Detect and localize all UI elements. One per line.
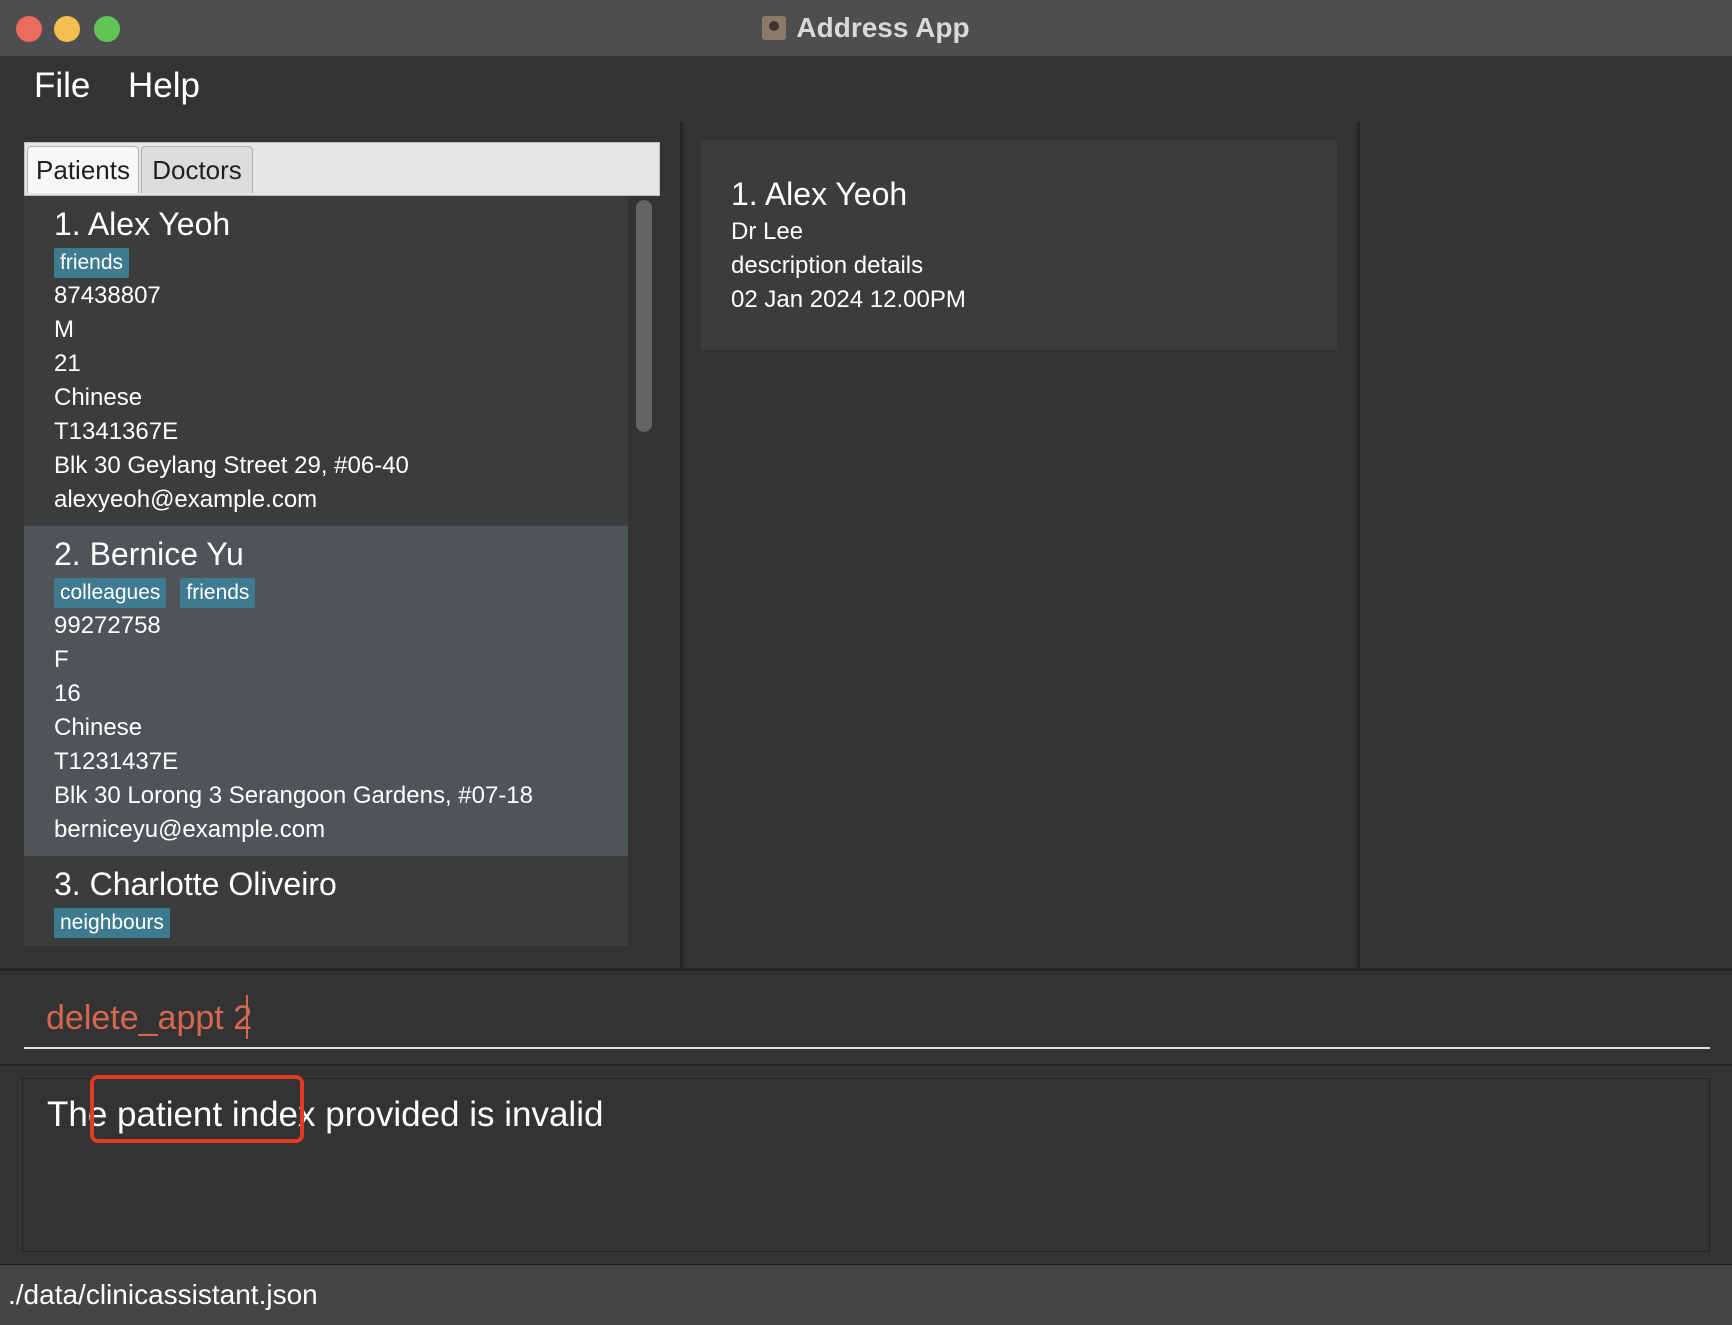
- appointment-description: description details: [731, 252, 924, 279]
- patient-list-panel: Patients Doctors 1. Alex Yeoh friends 87…: [0, 122, 683, 968]
- right-panel: [1360, 122, 1732, 968]
- appointment-card[interactable]: 1. Alex Yeoh Dr Lee description details …: [701, 140, 1337, 350]
- patient-nric: T1341367E: [54, 418, 179, 445]
- patient-phone: 87438807: [54, 282, 161, 309]
- patient-card[interactable]: 3. Charlotte Oliveiro neighbours: [24, 856, 628, 946]
- patient-list[interactable]: 1. Alex Yeoh friends 87438807 M 21 Chine…: [24, 196, 628, 946]
- window-title-area: Address App: [0, 0, 1732, 56]
- patient-email: alexyeoh@example.com: [54, 486, 318, 513]
- tag-badge: colleagues: [54, 578, 167, 608]
- tag-badge: friends: [54, 248, 130, 278]
- patient-address: Blk 30 Geylang Street 29, #06-40: [54, 452, 409, 479]
- text-caret: [246, 995, 248, 1039]
- command-area: [0, 968, 1732, 1067]
- patient-name: 1. Alex Yeoh: [54, 206, 231, 242]
- title-bar: Address App: [0, 0, 1732, 57]
- patient-age: 16: [54, 680, 81, 707]
- patient-race: Chinese: [54, 384, 143, 411]
- patient-gender: M: [54, 316, 74, 343]
- menu-help[interactable]: Help: [128, 66, 200, 106]
- appointment-doctor: Dr Lee: [731, 218, 804, 245]
- patient-email: berniceyu@example.com: [54, 816, 326, 843]
- menu-file[interactable]: File: [34, 66, 90, 106]
- patient-card[interactable]: 1. Alex Yeoh friends 87438807 M 21 Chine…: [24, 196, 628, 526]
- patient-tags: friends: [54, 248, 130, 278]
- patient-name: 3. Charlotte Oliveiro: [54, 866, 337, 902]
- menu-bar: File Help: [0, 56, 1732, 124]
- appointment-panel: 1. Alex Yeoh Dr Lee description details …: [683, 122, 1360, 968]
- patient-address: Blk 30 Lorong 3 Serangoon Gardens, #07-1…: [54, 782, 534, 809]
- tag-badge: friends: [180, 578, 256, 608]
- patient-phone: 99272758: [54, 612, 161, 639]
- window-title: Address App: [796, 12, 970, 43]
- patient-tags: neighbours: [54, 908, 170, 938]
- tag-badge: neighbours: [54, 908, 170, 938]
- tab-patients[interactable]: Patients: [27, 146, 139, 193]
- patient-name: 2. Bernice Yu: [54, 536, 244, 572]
- patient-race: Chinese: [54, 714, 143, 741]
- scrollbar-thumb[interactable]: [636, 200, 652, 432]
- patient-age: 21: [54, 350, 81, 377]
- patient-tags: colleagues friends: [54, 578, 256, 608]
- tab-bar: Patients Doctors: [24, 142, 660, 196]
- command-input[interactable]: [24, 989, 1710, 1049]
- appointment-datetime: 02 Jan 2024 12.00PM: [731, 286, 966, 313]
- appointment-patient-name: 1. Alex Yeoh: [731, 176, 908, 212]
- patient-list-scrollbar[interactable]: [634, 200, 654, 946]
- annotation-highlight-box: [90, 1075, 304, 1143]
- patient-card-selected[interactable]: 2. Bernice Yu colleagues friends 9927275…: [24, 526, 628, 856]
- address-book-icon: [762, 16, 787, 40]
- status-bar: ./data/clinicassistant.json: [0, 1264, 1732, 1325]
- save-file-path: ./data/clinicassistant.json: [8, 1279, 318, 1310]
- tab-doctors[interactable]: Doctors: [141, 146, 253, 193]
- patient-gender: F: [54, 646, 69, 673]
- patient-nric: T1231437E: [54, 748, 179, 775]
